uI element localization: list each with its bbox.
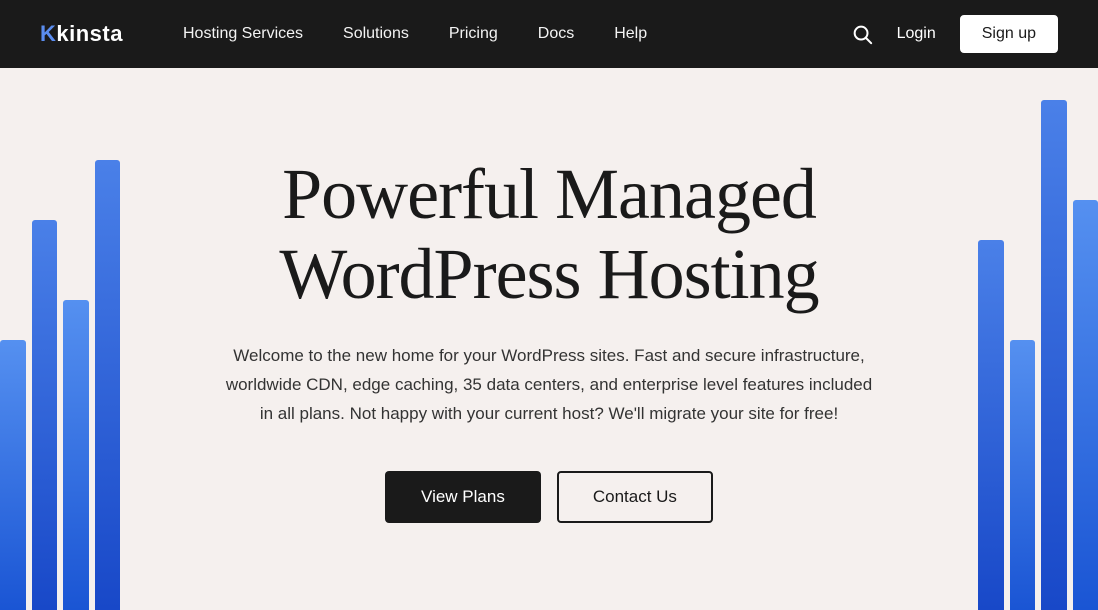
navbar: Kkinsta Hosting Services Solutions Prici…	[0, 0, 1098, 68]
hero-section: Powerful Managed WordPress Hosting Welco…	[0, 68, 1098, 610]
nav-solutions[interactable]: Solutions	[343, 25, 409, 43]
logo[interactable]: Kkinsta	[40, 21, 123, 47]
decorative-columns-right	[978, 68, 1098, 610]
nav-links: Hosting Services Solutions Pricing Docs …	[183, 25, 851, 43]
blue-col-right-4	[1073, 200, 1098, 610]
nav-pricing[interactable]: Pricing	[449, 25, 498, 43]
blue-col-right-2	[1010, 340, 1036, 610]
nav-docs[interactable]: Docs	[538, 25, 574, 43]
nav-actions: Login Sign up	[851, 15, 1058, 53]
search-icon	[851, 23, 873, 45]
blue-col-left-1	[0, 340, 26, 610]
login-button[interactable]: Login	[897, 25, 936, 43]
blue-col-right-1	[978, 240, 1004, 610]
search-button[interactable]	[851, 23, 873, 45]
blue-col-left-4	[95, 160, 121, 610]
blue-col-left-3	[63, 300, 89, 610]
hero-subtitle: Welcome to the new home for your WordPre…	[219, 342, 879, 429]
hero-title-line1: Powerful Managed	[282, 154, 816, 234]
view-plans-button[interactable]: View Plans	[385, 471, 541, 523]
nav-hosting-services[interactable]: Hosting Services	[183, 25, 303, 43]
hero-buttons: View Plans Contact Us	[385, 471, 713, 523]
blue-col-left-2	[32, 220, 58, 610]
logo-bracket: K	[40, 21, 56, 46]
nav-help[interactable]: Help	[614, 25, 647, 43]
hero-title-line2: WordPress Hosting	[279, 234, 818, 314]
contact-us-button[interactable]: Contact Us	[557, 471, 713, 523]
logo-text: Kkinsta	[40, 21, 123, 46]
decorative-columns-left	[0, 68, 120, 610]
signup-button[interactable]: Sign up	[960, 15, 1058, 53]
blue-col-right-3	[1041, 100, 1067, 610]
hero-title: Powerful Managed WordPress Hosting	[279, 155, 818, 313]
